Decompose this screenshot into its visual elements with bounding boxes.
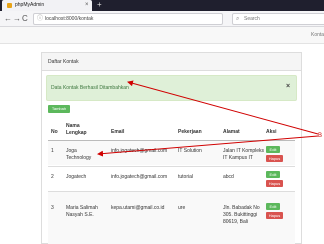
annotation-arrows [97,80,319,157]
arrow-to-alert [127,80,319,135]
annotation-label: B [318,133,323,139]
arrow-to-row [97,135,319,157]
